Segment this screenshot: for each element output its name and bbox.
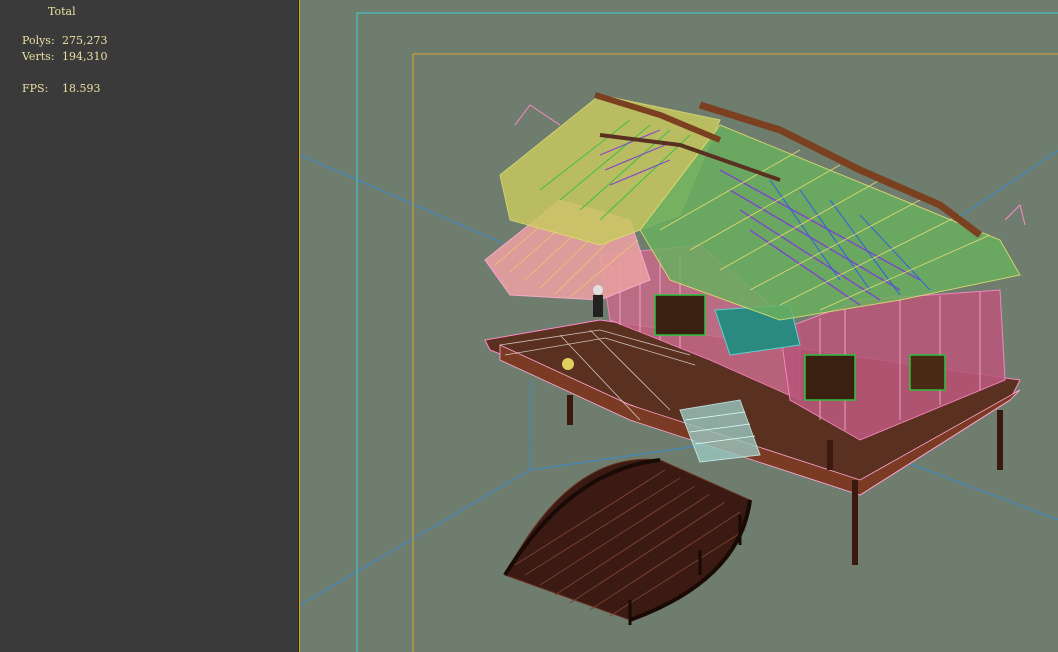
verts-value: 194,310 bbox=[62, 50, 108, 63]
fps-label: FPS: bbox=[22, 82, 49, 95]
scene-canvas[interactable] bbox=[300, 0, 1058, 652]
stats-panel: Total Polys: 275,273 Verts: 194,310 FPS: 18… bbox=[0, 0, 299, 652]
arched-bridge[interactable] bbox=[503, 458, 752, 625]
perspective-viewport[interactable] bbox=[299, 0, 1058, 652]
verts-label: Verts: bbox=[22, 50, 55, 63]
fps-row: FPS: 18.593 bbox=[8, 69, 101, 108]
fps-value: 18.593 bbox=[62, 82, 101, 95]
stats-header: Total bbox=[48, 5, 76, 18]
